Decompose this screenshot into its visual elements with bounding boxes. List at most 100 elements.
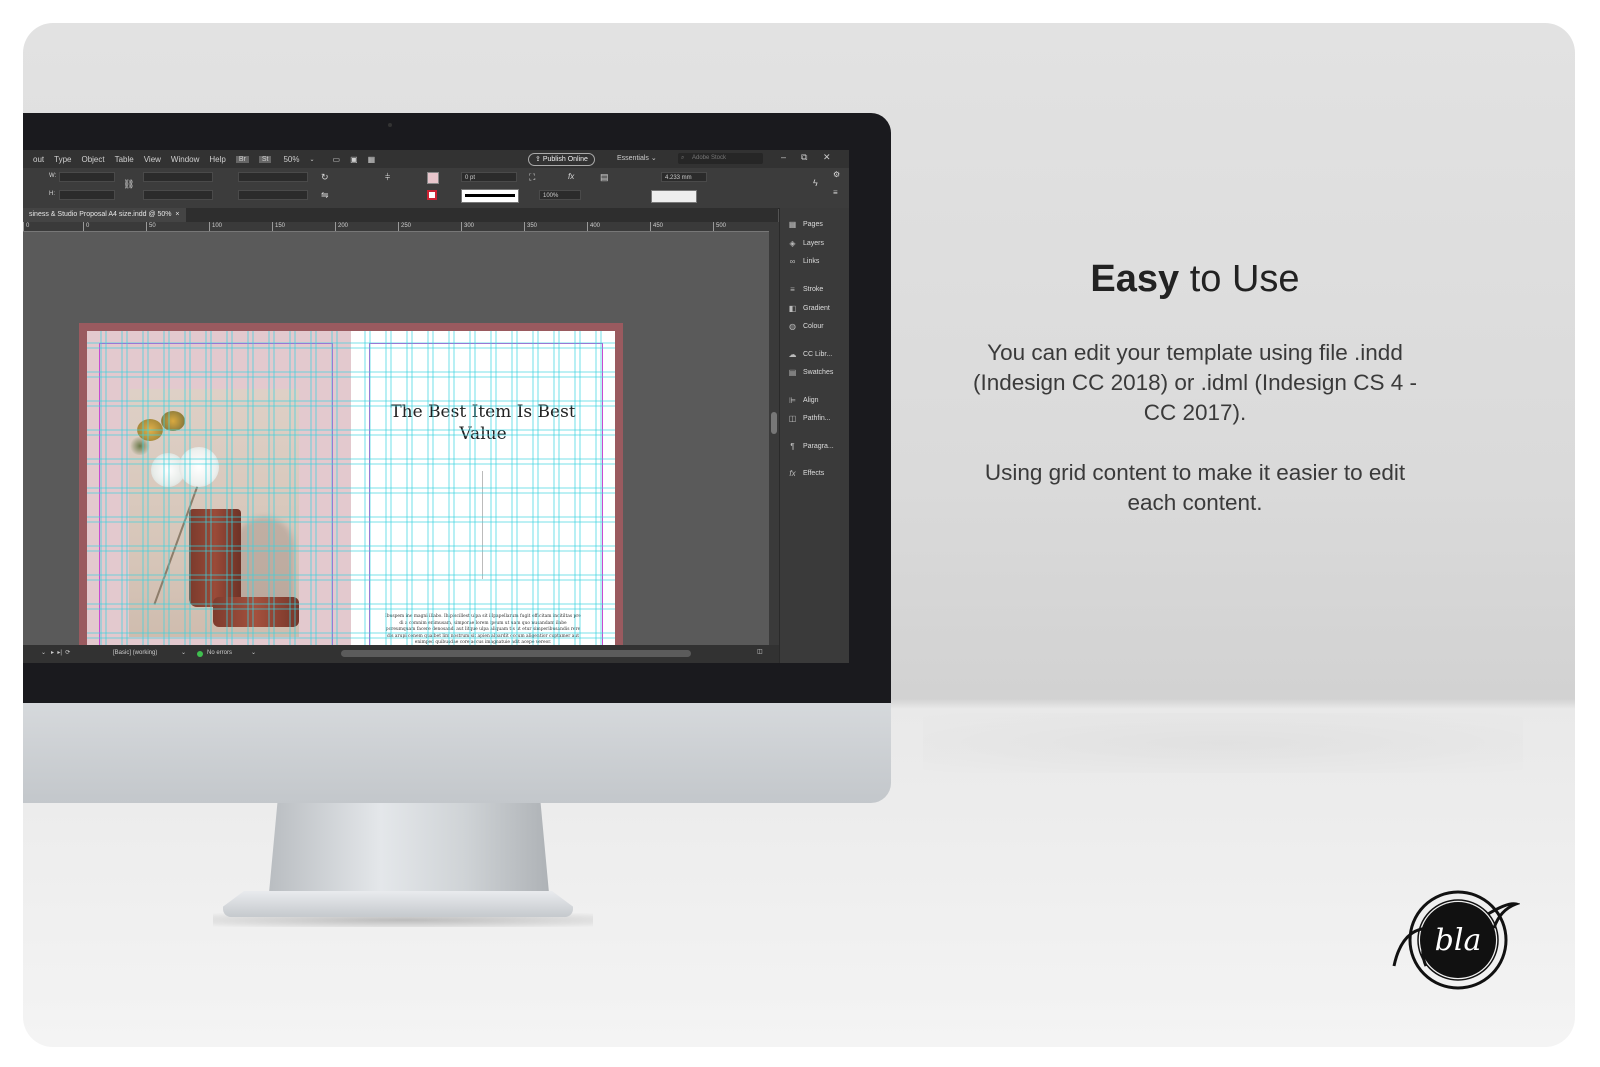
panel-label: CC Libr... (803, 351, 833, 358)
chevron-down-icon[interactable]: ⌄ (181, 649, 186, 656)
panel-align[interactable]: ⊫ Align (788, 396, 819, 405)
panel-gradient[interactable]: ◧ Gradient (788, 304, 830, 313)
vertical-scrollbar[interactable] (769, 222, 779, 645)
wrap-icon[interactable]: ▤ (600, 172, 609, 183)
ruler-tick: 200 (335, 222, 348, 231)
panel-label: Links (803, 258, 820, 265)
publish-online-button[interactable]: ⇪ Publish Online (528, 153, 595, 166)
menu-item-type[interactable]: Type (54, 155, 71, 164)
view-options-icon[interactable]: ▭ (333, 155, 341, 164)
panel-layers[interactable]: ◈ Layers (788, 239, 824, 248)
blancalab-logo: bla (1392, 890, 1520, 990)
ruler-tick: 300 (461, 222, 474, 231)
monitor-bezel: out Type Object Table View Window Help B… (23, 113, 891, 703)
height-field[interactable] (59, 190, 115, 200)
flip-icon[interactable]: ⇋ (321, 190, 329, 201)
size-field[interactable]: 4.233 mm (661, 172, 707, 182)
cc-libraries-icon: ☁ (788, 350, 797, 359)
stroke-style-select[interactable] (461, 189, 519, 203)
ruler-tick: 250 (398, 222, 411, 231)
frame-fit-icon[interactable]: ⛶ (529, 172, 535, 183)
logo-mark: bla (1435, 923, 1482, 958)
menu-item-table[interactable]: Table (115, 155, 134, 164)
quick-apply-icon[interactable]: ϟ (813, 178, 818, 188)
panel-dock: ▦ Pages ◈ Layers ∞ Links ≡ Stroke ◧ Gradient … (779, 208, 849, 663)
page-nav-icon[interactable]: ⌄ ▸ ▸| ⟳ (41, 649, 70, 656)
menu-item-object[interactable]: Object (81, 155, 104, 164)
preflight-status[interactable]: No errors (207, 650, 232, 656)
panel-label: Pages (803, 221, 823, 228)
search-icon: ⌕ (681, 155, 685, 161)
shear-field[interactable] (238, 190, 308, 200)
constrain-icon[interactable]: ⛓ (123, 179, 134, 190)
scale-x-field[interactable] (143, 172, 213, 182)
menu-item-view[interactable]: View (144, 155, 161, 164)
horizontal-ruler: 0 0 50 100 150 200 250 300 350 400 450 5… (23, 222, 769, 232)
document-tab[interactable]: siness & Studio Proposal A4 size.indd @ … (23, 208, 186, 222)
zoom-level[interactable]: 50% (283, 155, 299, 164)
links-icon: ∞ (789, 257, 796, 266)
color-select[interactable] (651, 190, 697, 203)
pasteboard[interactable]: The Best Item Is Best Value Ibuspem ine … (23, 232, 769, 663)
panel-menu-icon[interactable]: ≡ (833, 188, 838, 197)
restore-icon[interactable]: ⧉ (801, 152, 807, 163)
scale-y-field[interactable] (143, 190, 213, 200)
document-spread[interactable]: The Best Item Is Best Value Ibuspem ine … (79, 323, 623, 663)
desk-shadow (923, 713, 1523, 773)
panel-effects[interactable]: fx Effects (788, 469, 824, 478)
menu-item-layout[interactable]: out (33, 155, 44, 164)
panel-links[interactable]: ∞ Links (788, 257, 820, 266)
headline-rest: to Use (1179, 258, 1300, 300)
panel-stroke[interactable]: ≡ Stroke (788, 285, 823, 294)
rotate-field[interactable] (238, 172, 308, 182)
layout-grid-guides (87, 331, 615, 663)
description-paragraph-1: You can edit your template using file .i… (973, 340, 1417, 425)
swatches-icon: ▤ (788, 368, 797, 377)
close-tab-icon[interactable]: × (175, 211, 179, 218)
effects-fx-icon[interactable]: fx (568, 172, 574, 181)
fill-swatch[interactable] (427, 172, 439, 184)
ruler-tick: 50 (146, 222, 156, 231)
ruler-tick: 350 (524, 222, 537, 231)
arrange-docs-icon[interactable]: ▦ (368, 155, 376, 164)
panel-pathfinder[interactable]: ◫ Pathfin... (788, 414, 831, 423)
stroke-weight-field[interactable]: 0 pt (461, 172, 517, 182)
document-tab-label: siness & Studio Proposal A4 size.indd @ … (29, 211, 172, 218)
screen-mode-icon[interactable]: ▣ (350, 155, 358, 164)
align-icon[interactable]: ⫩ (385, 172, 390, 183)
document-tab-bar: siness & Studio Proposal A4 size.indd @ … (23, 208, 778, 222)
align-icon: ⊫ (789, 396, 796, 405)
panel-colour[interactable]: ◍ Colour (788, 322, 824, 331)
rotate-icon[interactable]: ↻ (321, 172, 329, 183)
workspace-switcher[interactable]: Essentials ⌄ (617, 154, 657, 162)
stock-button[interactable]: St (258, 155, 272, 163)
headline-bold: Easy (1090, 258, 1180, 300)
chevron-down-icon[interactable]: ⌄ (251, 649, 256, 656)
panel-pages[interactable]: ▦ Pages (788, 220, 823, 229)
stroke-swatch[interactable] (427, 190, 437, 200)
close-icon[interactable]: ✕ (823, 152, 831, 163)
menu-item-help[interactable]: Help (209, 155, 225, 164)
mockup-background: out Type Object Table View Window Help B… (23, 23, 1575, 1047)
opacity-field[interactable]: 100% (539, 190, 581, 200)
scroll-thumb[interactable] (771, 412, 777, 434)
style-status[interactable]: [Basic] (working) (113, 650, 157, 656)
headline: Easy to Use (960, 258, 1430, 301)
workspace-label: Essentials (617, 155, 649, 162)
width-field[interactable] (59, 172, 115, 182)
stock-search-input[interactable]: ⌕ Adobe Stock (678, 153, 763, 164)
horizontal-scrollbar[interactable] (341, 650, 691, 657)
panel-cc-libraries[interactable]: ☁ CC Libr... (788, 350, 833, 359)
panel-paragraph[interactable]: ¶ Paragra... (788, 442, 833, 451)
panel-swatches[interactable]: ▤ Swatches (788, 368, 834, 377)
bridge-button[interactable]: Br (235, 155, 249, 163)
minimize-icon[interactable]: – (781, 152, 786, 162)
pathfinder-icon: ◫ (788, 414, 797, 423)
chevron-down-icon[interactable]: ⌄ (309, 156, 314, 163)
menu-item-window[interactable]: Window (171, 155, 199, 164)
gear-icon[interactable]: ⚙ (833, 170, 840, 179)
resize-icon[interactable]: ◫ (757, 648, 763, 655)
share-icon: ⇪ (535, 156, 543, 163)
monitor-stand (269, 803, 549, 893)
ruler-tick: 500 (713, 222, 726, 231)
